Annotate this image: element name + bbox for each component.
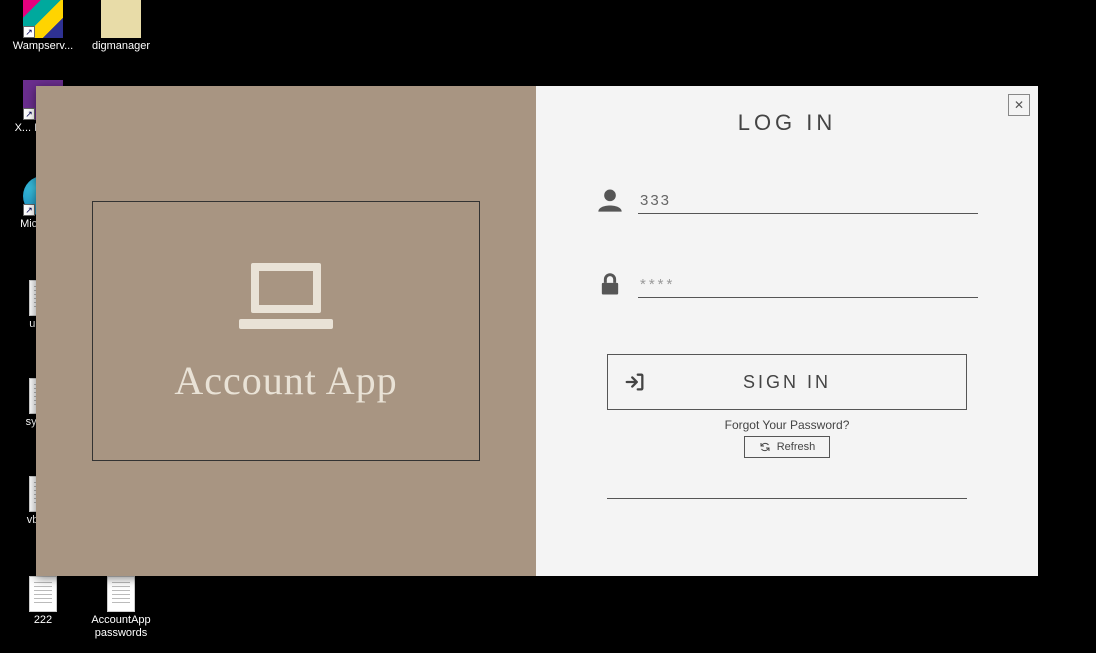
textfile-icon xyxy=(29,576,57,612)
password-input[interactable] xyxy=(638,272,978,298)
signin-button[interactable]: SIGN IN xyxy=(607,354,967,410)
forgot-password-link[interactable]: Forgot Your Password? xyxy=(566,418,1008,432)
desktop-icon-digmanager[interactable]: digmanager xyxy=(84,0,158,53)
username-input[interactable] xyxy=(638,188,978,214)
folder-icon xyxy=(101,0,141,38)
user-icon xyxy=(596,186,624,214)
laptop-icon xyxy=(231,259,341,339)
divider-line xyxy=(607,498,967,499)
brand-box: Account App xyxy=(92,201,480,461)
login-title: LOG IN xyxy=(566,110,1008,136)
desktop-icon-accountapp-passwords[interactable]: AccountApp passwords xyxy=(84,576,158,640)
textfile-icon xyxy=(107,576,135,612)
desktop-icon-label: AccountApp passwords xyxy=(84,614,158,640)
desktop-icon-label: Wampserv... xyxy=(6,40,80,53)
close-icon: ✕ xyxy=(1014,98,1024,112)
close-button[interactable]: ✕ xyxy=(1008,94,1030,116)
desktop-icon-label: digmanager xyxy=(84,40,158,53)
desktop-icon-222[interactable]: 222 xyxy=(6,576,80,627)
signin-label: SIGN IN xyxy=(608,372,966,393)
brand-pane: Account App xyxy=(36,86,536,576)
login-form-pane: ✕ LOG IN SIGN IN Forgot Your Passwor xyxy=(536,86,1038,576)
password-row xyxy=(596,270,978,298)
login-window: Account App ✕ LOG IN S xyxy=(36,86,1038,576)
refresh-icon xyxy=(759,441,771,453)
refresh-label: Refresh xyxy=(777,441,816,453)
brand-title: Account App xyxy=(174,357,397,404)
wamp-icon: ↗ xyxy=(23,0,63,38)
desktop-icon-wampserver[interactable]: ↗ Wampserv... xyxy=(6,0,80,53)
lock-icon xyxy=(596,270,624,298)
username-row xyxy=(596,186,978,214)
refresh-button[interactable]: Refresh xyxy=(744,436,830,458)
enter-icon xyxy=(624,371,646,393)
desktop-icon-label: 222 xyxy=(6,614,80,627)
